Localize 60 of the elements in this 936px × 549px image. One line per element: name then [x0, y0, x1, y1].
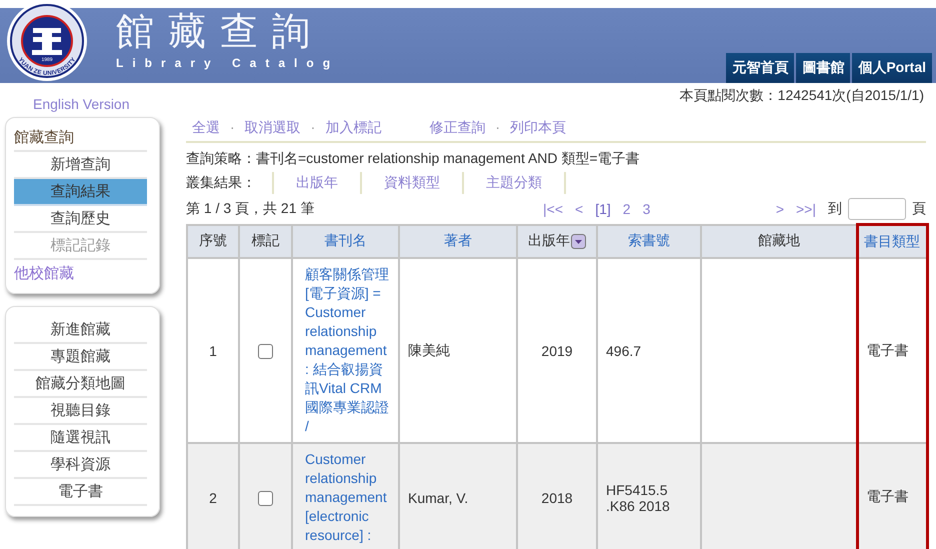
sidebar-item[interactable]: 新進館藏 — [14, 317, 147, 344]
table-cell: HF5415.5 .K86 2018 — [597, 443, 701, 549]
sidebar-item[interactable]: 專題館藏 — [14, 344, 147, 371]
page-link[interactable]: [1] — [595, 201, 611, 217]
separator-dot: · — [230, 119, 235, 137]
catalog-subtitle: Library Catalog — [116, 56, 340, 70]
visit-counter: 本頁點閱次數：1242541次(自2015/1/1) — [680, 87, 924, 105]
sidebar-item[interactable]: 視聽目錄 — [14, 398, 147, 425]
dropdown-icon[interactable] — [571, 234, 586, 250]
column-header[interactable]: 索書號 — [597, 224, 701, 258]
page-link[interactable]: >>| — [796, 201, 816, 217]
sidebar-item[interactable]: 館藏分類地圖 — [14, 371, 147, 398]
page-link[interactable]: > — [776, 201, 784, 217]
column-header: 序號 — [187, 224, 239, 258]
separator-dot: · — [310, 119, 316, 137]
goto-label: 到 — [828, 200, 842, 218]
nav-tab[interactable]: 個人Portal — [852, 53, 932, 83]
action-link[interactable]: 列印本頁 — [510, 119, 566, 137]
action-link[interactable]: 全選 — [192, 119, 220, 137]
query-strategy: 查詢策略：書刊名=customer relationship management AND 類型=電子書 — [186, 150, 641, 168]
sidebar-link[interactable]: 他校館藏 — [14, 260, 147, 283]
facet-link[interactable]: 出版年 — [272, 172, 360, 194]
result-summary: 第 1 / 3 頁，共 21 筆 — [186, 200, 316, 218]
column-header[interactable]: 書目類型 — [857, 224, 927, 258]
column-header[interactable]: 書刊名 — [292, 224, 399, 258]
checkbox[interactable] — [258, 490, 273, 506]
table-cell: 電子書 — [857, 443, 927, 549]
separator-dot: · — [495, 119, 500, 137]
sidebar-item[interactable]: 查詢結果 — [14, 179, 147, 206]
facet-link[interactable]: 資料類型 — [360, 172, 462, 194]
column-header: 出版年 — [517, 224, 597, 258]
action-link[interactable]: 加入標記 — [325, 119, 382, 137]
sidebar-item[interactable]: 查詢歷史 — [14, 206, 147, 233]
nav-tab[interactable]: 元智首頁 — [726, 53, 794, 83]
column-header: 館藏地 — [701, 224, 857, 258]
table-cell: 1 — [187, 258, 239, 443]
action-link[interactable]: 取消選取 — [244, 119, 301, 137]
table-cell: 2 — [187, 443, 239, 549]
title-link[interactable]: Customer relationship management [electronic resource] : — [292, 443, 399, 549]
page-suffix: 頁 — [912, 200, 926, 218]
page-input-field[interactable] — [848, 198, 906, 220]
table-cell: Kumar, V. — [399, 443, 517, 549]
sidebar-item[interactable]: 學科資源 — [14, 452, 147, 479]
column-header[interactable]: 著者 — [399, 224, 517, 258]
sidebar-item[interactable]: 電子書 — [14, 479, 147, 506]
facet-link[interactable]: 主題分類 — [462, 172, 566, 194]
column-header: 標記 — [239, 224, 292, 258]
catalog-title: 館藏查詢 — [116, 8, 325, 54]
page-link[interactable]: |<< — [543, 201, 563, 217]
sidebar-heading: 館藏查詢 — [14, 128, 147, 152]
table-cell: 2018 — [517, 443, 597, 549]
english-version-link[interactable]: English Version — [33, 87, 130, 117]
page-link[interactable]: 3 — [642, 201, 650, 217]
checkbox[interactable] — [258, 344, 273, 359]
page-link[interactable]: < — [575, 201, 584, 217]
nav-tab[interactable]: 圖書館 — [796, 53, 850, 83]
facets-label: 叢集結果： — [186, 174, 257, 192]
page-link[interactable]: 2 — [622, 201, 631, 217]
sidebar-item[interactable]: 隨選視訊 — [14, 425, 147, 452]
action-link[interactable]: 修正查詢 — [429, 119, 486, 137]
